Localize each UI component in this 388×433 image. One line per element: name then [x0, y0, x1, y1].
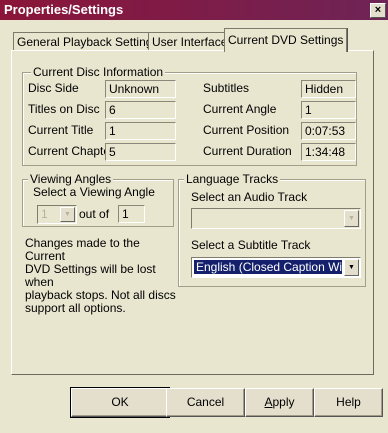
current-duration-value: 1:34:48: [301, 143, 356, 161]
subtitles-label: Subtitles: [203, 81, 250, 95]
tab-panel: Current Disc Information Disc Side Unkno…: [11, 50, 374, 375]
help-button[interactable]: Help: [314, 388, 383, 417]
disc-side-value: Unknown: [105, 80, 176, 98]
chevron-down-icon[interactable]: ▼: [60, 207, 75, 222]
disc-side-label: Disc Side: [28, 81, 79, 95]
apply-label: pply: [272, 395, 295, 409]
audio-track-select[interactable]: ▼: [191, 208, 361, 229]
audio-track-prompt: Select an Audio Track: [191, 190, 308, 204]
ok-button[interactable]: OK: [70, 387, 170, 418]
viewing-angles-legend: Viewing Angles: [28, 172, 114, 186]
current-chapter-value: 5: [105, 143, 176, 161]
close-icon[interactable]: ×: [370, 3, 386, 18]
apply-button[interactable]: Apply: [245, 388, 314, 417]
cancel-button[interactable]: Cancel: [166, 388, 245, 417]
current-angle-label: Current Angle: [203, 102, 277, 116]
subtitle-track-value: English (Closed Caption With Norm: [194, 260, 342, 274]
current-duration-label: Current Duration: [203, 144, 292, 158]
tab-user-interface[interactable]: User Interface: [148, 32, 232, 51]
chevron-down-icon[interactable]: ▼: [344, 259, 359, 276]
viewing-angle-prompt: Select a Viewing Angle: [33, 185, 155, 199]
language-tracks-group: Language Tracks Select an Audio Track ▼ …: [178, 172, 366, 287]
titles-on-disc-value: 6: [105, 101, 176, 119]
properties-window: Properties/Settings × General Playback S…: [0, 0, 388, 433]
note-line: Changes made to the Current: [25, 236, 140, 263]
viewing-angle-selected: 1: [41, 207, 48, 221]
tab-current-dvd-settings[interactable]: Current DVD Settings: [224, 28, 348, 52]
out-of-label: out of: [79, 207, 110, 221]
current-chapter-label: Current Chapter: [28, 144, 115, 158]
viewing-angle-total: 1: [118, 205, 145, 223]
subtitle-track-select[interactable]: English (Closed Caption With Norm ▼: [191, 257, 361, 278]
language-tracks-legend: Language Tracks: [184, 172, 281, 186]
current-title-value: 1: [105, 122, 176, 140]
subtitles-value: Hidden: [301, 80, 356, 98]
viewing-angle-select[interactable]: 1 ▼: [37, 205, 77, 224]
current-position-value: 0:07:53: [301, 122, 356, 140]
chevron-down-icon[interactable]: ▼: [344, 210, 359, 227]
apply-accelerator: A: [264, 395, 273, 409]
note-line: support all options.: [25, 301, 126, 315]
current-angle-value: 1: [301, 101, 356, 119]
window-title: Properties/Settings: [4, 2, 124, 17]
tab-general-playback[interactable]: General Playback Settings: [13, 32, 163, 51]
settings-note: Changes made to the Current DVD Settings…: [25, 237, 183, 315]
disc-info-legend: Current Disc Information: [31, 65, 166, 79]
disc-info-group: Current Disc Information Disc Side Unkno…: [22, 65, 357, 166]
titles-on-disc-label: Titles on Disc: [28, 102, 100, 116]
note-line: DVD Settings will be lost when: [25, 262, 156, 289]
title-bar[interactable]: Properties/Settings ×: [0, 0, 388, 20]
current-title-label: Current Title: [28, 123, 94, 137]
viewing-angles-group: Viewing Angles Select a Viewing Angle 1 …: [22, 172, 174, 227]
current-position-label: Current Position: [203, 123, 290, 137]
subtitle-track-prompt: Select a Subtitle Track: [191, 238, 311, 252]
